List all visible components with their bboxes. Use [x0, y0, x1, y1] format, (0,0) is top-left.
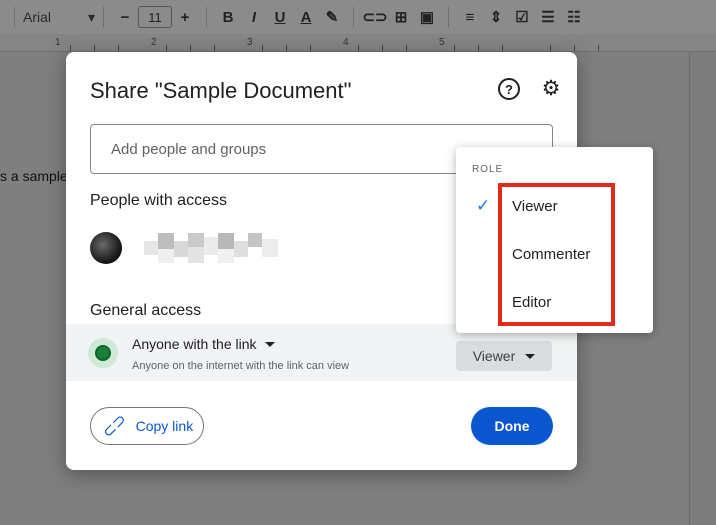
copy-link-button[interactable]: ⊂⊃ Copy link	[90, 407, 204, 445]
toolbar-divider	[103, 7, 104, 27]
editor-toolbar: Arial ▾ − 11 + B I U A ✎ ⊂⊃ ⊞ ▣ ≡ ⇕ ☑ ☰ …	[0, 0, 716, 34]
redacted-user-name	[144, 233, 278, 263]
link-access-description: Anyone on the internet with the link can…	[132, 360, 350, 372]
link-icon: ⊂⊃	[99, 410, 131, 442]
link-access-dropdown[interactable]: Anyone with the link	[132, 336, 275, 352]
increase-font-size-button[interactable]: +	[172, 4, 198, 30]
done-button[interactable]: Done	[471, 407, 553, 445]
link-role-dropdown[interactable]: Viewer	[456, 341, 552, 371]
numbered-list-icon[interactable]: ☷	[561, 4, 587, 30]
link-role-label: Viewer	[472, 348, 516, 364]
avatar	[90, 232, 122, 264]
highlight-pen-icon[interactable]: ✎	[319, 4, 345, 30]
toolbar-divider	[206, 7, 207, 27]
text-color-button[interactable]: A	[293, 4, 319, 30]
bulleted-list-icon[interactable]: ☰	[535, 4, 561, 30]
font-size-input[interactable]: 11	[138, 6, 172, 28]
toolbar-divider	[353, 7, 354, 27]
ruler-mark: 1	[55, 37, 61, 48]
align-left-icon[interactable]: ≡	[457, 4, 483, 30]
font-family-label: Arial	[23, 9, 52, 25]
ruler-mark: 3	[247, 37, 253, 48]
line-spacing-icon[interactable]: ⇕	[483, 4, 509, 30]
document-text: s a sample	[0, 168, 68, 184]
checkmark-icon: ✓	[476, 196, 491, 215]
ruler-mark: 5	[439, 37, 445, 48]
ruler-mark: 2	[151, 37, 157, 48]
checklist-icon[interactable]: ☑	[509, 4, 535, 30]
chevron-down-icon: ▾	[87, 8, 95, 25]
annotation-highlight-box	[498, 183, 615, 326]
underline-button[interactable]: U	[267, 4, 293, 30]
add-comment-icon[interactable]: ⊞	[388, 4, 414, 30]
help-icon[interactable]: ?	[498, 78, 520, 100]
ruler: 1 2 3 4 5	[0, 34, 716, 52]
bold-button[interactable]: B	[215, 4, 241, 30]
gear-icon[interactable]: ⚙	[538, 75, 564, 101]
insert-image-icon[interactable]: ▣	[414, 4, 440, 30]
decrease-font-size-button[interactable]: −	[112, 4, 138, 30]
people-with-access-heading: People with access	[90, 192, 227, 209]
dialog-title: Share "Sample Document"	[90, 78, 352, 103]
toolbar-divider	[14, 7, 15, 27]
link-access-label: Anyone with the link	[132, 336, 257, 352]
caret-down-icon	[525, 353, 536, 359]
copy-link-label: Copy link	[135, 418, 194, 434]
caret-down-icon	[264, 341, 275, 347]
italic-button[interactable]: I	[241, 4, 267, 30]
insert-link-icon[interactable]: ⊂⊃	[362, 4, 388, 30]
globe-icon	[88, 338, 118, 368]
font-family-select[interactable]: Arial ▾	[23, 9, 95, 26]
role-menu-header: ROLE	[472, 164, 504, 175]
ruler-mark: 4	[343, 37, 349, 48]
general-access-heading: General access	[90, 302, 202, 319]
toolbar-divider	[448, 7, 449, 27]
